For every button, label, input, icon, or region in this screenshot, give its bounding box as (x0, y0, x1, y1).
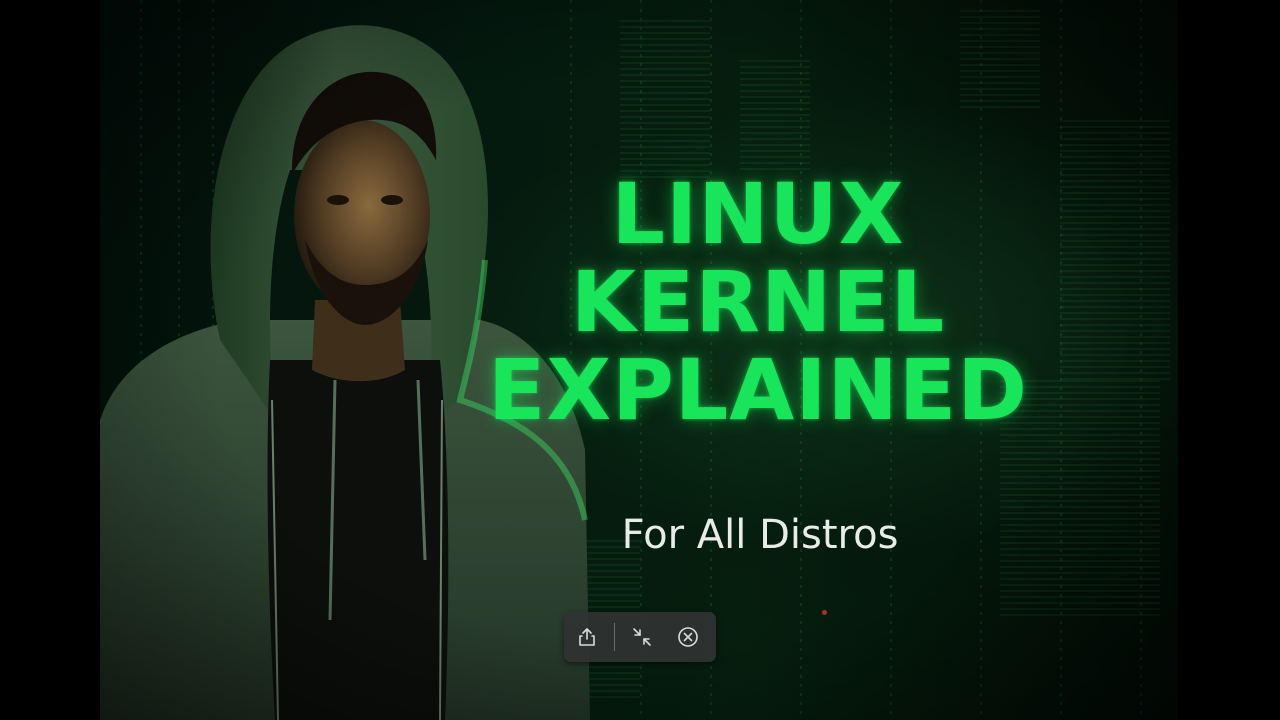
title-line-3: EXPLAINED (488, 341, 1028, 439)
red-dot (822, 610, 827, 615)
title-line-1: LINUX (611, 165, 905, 263)
share-icon (579, 628, 595, 646)
toolbar-separator (614, 623, 615, 651)
minimize-icon (633, 628, 651, 646)
close-button[interactable] (665, 612, 711, 662)
video-title: LINUX KERNEL EXPLAINED (468, 170, 1048, 434)
video-subtitle: For All Distros (621, 512, 899, 558)
video-viewer: LINUX KERNEL EXPLAINED For All Distros (0, 0, 1280, 720)
close-icon (678, 627, 698, 647)
title-line-2: KERNEL (570, 253, 946, 351)
share-button[interactable] (564, 612, 610, 662)
minimize-button[interactable] (619, 612, 665, 662)
overlay-toolbar (564, 612, 716, 662)
